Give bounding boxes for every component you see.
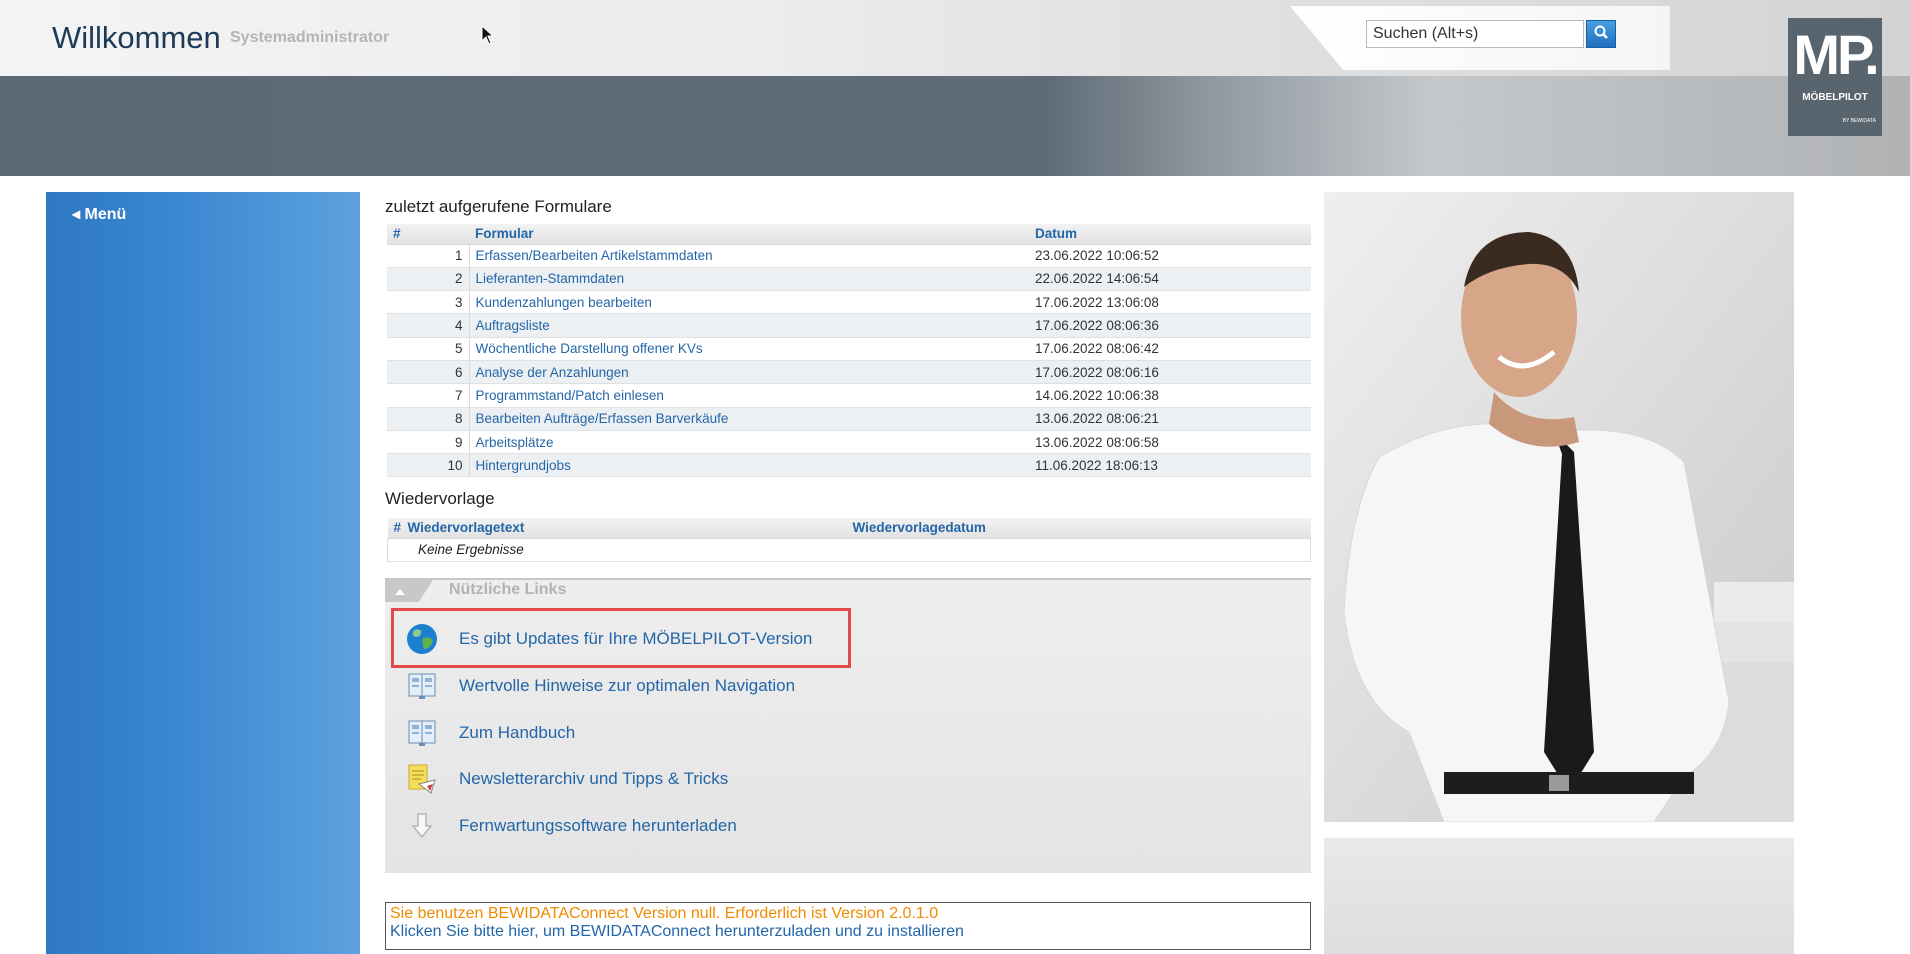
row-date: 17.06.2022 08:06:16 (1029, 360, 1311, 385)
column-header-form[interactable]: Formular (469, 224, 1029, 245)
column-header-number: # (387, 518, 402, 539)
row-number: 1 (387, 244, 470, 268)
form-link[interactable]: Auftragsliste (469, 313, 1029, 338)
form-link[interactable]: Lieferanten-Stammdaten (469, 267, 1029, 292)
table-row[interactable]: 8 Bearbeiten Aufträge/Erfassen Barverkäuf… (387, 407, 1311, 431)
form-link[interactable]: Erfassen/Bearbeiten Artikelstammdaten (469, 244, 1029, 268)
resubmission-table: # Wiedervorlagetext Wiedervorlagedatum K… (387, 518, 1311, 562)
download-arrow-icon (403, 807, 441, 845)
link-newsletter[interactable]: Newsletterarchiv und Tipps & Tricks (403, 760, 728, 798)
link-label: Zum Handbuch (459, 723, 576, 742)
table-header-row: # Wiedervorlagetext Wiedervorlagedatum (387, 518, 1311, 539)
version-notice[interactable]: Sie benutzen BEWIDATAConnect Version nul… (385, 902, 1311, 950)
table-row[interactable]: 10 Hintergrundjobs 11.06.2022 18:06:13 (387, 453, 1311, 478)
download-instruction-link[interactable]: Klicken Sie bitte hier, um BEWIDATAConne… (390, 923, 1306, 941)
logo-name: MÖBELPILOT (1802, 92, 1868, 103)
caret-up-icon (395, 582, 405, 600)
user-role-label: Systemadministrator (230, 29, 390, 46)
column-header-resubmission-text[interactable]: Wiedervorlagetext (401, 518, 847, 539)
row-number: 3 (387, 290, 470, 315)
form-link[interactable]: Hintergrundjobs (469, 453, 1029, 478)
row-number: 2 (387, 267, 470, 292)
table-row[interactable]: 9 Arbeitsplätze 13.06.2022 08:06:58 (387, 430, 1311, 455)
newsletter-icon (403, 760, 441, 798)
page-title: Willkommen (52, 20, 221, 55)
highlight-frame (391, 608, 851, 668)
resubmission-title: Wiedervorlage (385, 489, 495, 508)
search-input[interactable] (1366, 20, 1584, 48)
form-link[interactable]: Analyse der Anzahlungen (469, 360, 1029, 385)
table-row[interactable]: 2 Lieferanten-Stammdaten 22.06.2022 14:06:… (387, 267, 1311, 292)
form-link[interactable]: Arbeitsplätze (469, 430, 1029, 455)
row-date: 17.06.2022 08:06:36 (1029, 313, 1311, 338)
row-date: 17.06.2022 08:06:42 (1029, 337, 1311, 361)
row-date: 11.06.2022 18:06:13 (1029, 453, 1311, 478)
form-link[interactable]: Programmstand/Patch einlesen (469, 383, 1029, 408)
moebelpilot-logo: MP. MÖBELPILOT BY BEWIDATA (1788, 18, 1882, 136)
welcome-photo (1324, 192, 1794, 822)
link-label: Fernwartungssoftware herunterladen (459, 816, 737, 835)
row-number: 8 (387, 407, 470, 431)
menu-toggle-button[interactable]: ◂ Menü (72, 204, 126, 224)
collapse-links-button[interactable] (385, 580, 433, 602)
table-row[interactable]: 6 Analyse der Anzahlungen 17.06.2022 08:06… (387, 360, 1311, 385)
table-row[interactable]: 3 Kundenzahlungen bearbeiten 17.06.2022 13… (387, 290, 1311, 315)
table-row[interactable]: 4 Auftragsliste 17.06.2022 08:06:36 (387, 313, 1311, 338)
link-manual[interactable]: Zum Handbuch (403, 714, 575, 752)
row-number: 4 (387, 313, 470, 338)
table-row[interactable]: 7 Programmstand/Patch einlesen 14.06.2022 … (387, 383, 1311, 408)
link-navigation-tips[interactable]: Wertvolle Hinweise zur optimalen Navigat… (403, 667, 795, 705)
search-button[interactable] (1586, 20, 1616, 48)
row-number: 7 (387, 383, 470, 408)
table-row[interactable]: 1 Erfassen/Bearbeiten Artikelstammdaten 23… (387, 244, 1311, 268)
empty-results-text: Keine Ergebnisse (387, 538, 1311, 562)
logo-by: BY BEWIDATA (1842, 118, 1876, 124)
book-icon (403, 667, 441, 705)
table-row: Keine Ergebnisse (387, 538, 1311, 562)
table-header-row: # Formular Datum (387, 224, 1311, 245)
recent-forms-title: zuletzt aufgerufene Formulare (385, 197, 612, 216)
column-header-resubmission-date[interactable]: Wiedervorlagedatum (846, 518, 1311, 539)
link-label: Newsletterarchiv und Tipps & Tricks (459, 769, 729, 788)
book-icon (403, 714, 441, 752)
row-number: 6 (387, 360, 470, 385)
menu-label: Menü (84, 206, 127, 223)
search-icon (1593, 24, 1609, 45)
row-number: 5 (387, 337, 470, 361)
row-date: 17.06.2022 13:06:08 (1029, 290, 1311, 315)
row-number: 10 (387, 453, 470, 478)
link-remote-maintenance-download[interactable]: Fernwartungssoftware herunterladen (403, 807, 737, 845)
version-warning-text: Sie benutzen BEWIDATAConnect Version nul… (390, 905, 939, 922)
recent-forms-table: # Formular Datum 1 Erfassen/Bearbeiten Ar… (387, 224, 1311, 478)
row-number: 9 (387, 430, 470, 455)
sidebar: ◂ Menü (46, 192, 360, 954)
row-date: 13.06.2022 08:06:58 (1029, 430, 1311, 455)
row-date: 22.06.2022 14:06:54 (1029, 267, 1311, 292)
row-date: 23.06.2022 10:06:52 (1029, 244, 1311, 268)
form-link[interactable]: Bearbeiten Aufträge/Erfassen Barverkäufe (469, 407, 1029, 431)
logo-mark: MP. (1793, 23, 1879, 86)
useful-links-title: Nützliche Links (449, 581, 567, 598)
mouse-cursor-icon (481, 24, 495, 50)
side-panel (1324, 838, 1794, 954)
column-header-number: # (387, 224, 469, 245)
row-date: 13.06.2022 08:06:21 (1029, 407, 1311, 431)
form-link[interactable]: Wöchentliche Darstellung offener KVs (469, 337, 1029, 361)
form-link[interactable]: Kundenzahlungen bearbeiten (469, 290, 1029, 315)
column-header-date[interactable]: Datum (1029, 224, 1311, 245)
table-row[interactable]: 5 Wöchentliche Darstellung offener KVs 17.… (387, 337, 1311, 361)
caret-left-icon: ◂ (72, 206, 81, 223)
link-label: Wertvolle Hinweise zur optimalen Navigat… (459, 676, 796, 695)
header-banner (0, 76, 1910, 176)
row-date: 14.06.2022 10:06:38 (1029, 383, 1311, 408)
